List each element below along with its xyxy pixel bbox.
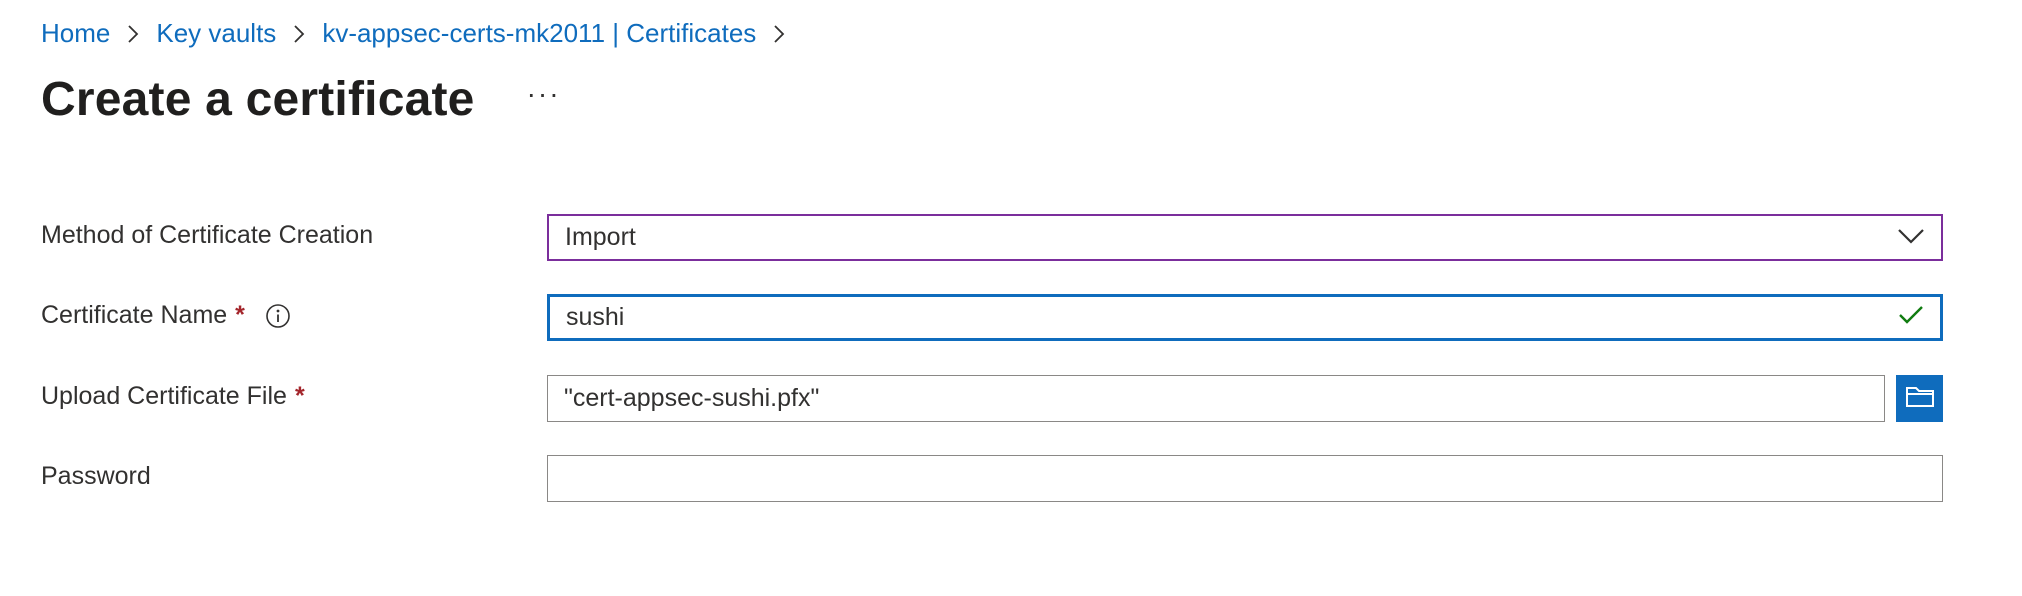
upload-file-input[interactable]: "cert-appsec-sushi.pfx" <box>547 375 1885 422</box>
breadcrumb-certificates[interactable]: kv-appsec-certs-mk2011 | Certificates <box>322 18 756 49</box>
chevron-down-icon <box>1897 223 1925 252</box>
breadcrumb-home[interactable]: Home <box>41 18 110 49</box>
info-icon[interactable] <box>265 303 291 329</box>
cert-name-input[interactable]: sushi <box>547 294 1943 341</box>
password-input[interactable] <box>547 455 1943 502</box>
page-title: Create a certificate <box>41 73 475 126</box>
folder-icon <box>1905 384 1935 413</box>
ellipsis-icon[interactable]: ··· <box>527 79 561 120</box>
chevron-right-icon <box>292 24 306 44</box>
chevron-right-icon <box>126 24 140 44</box>
required-marker: * <box>294 382 305 410</box>
upload-file-value: "cert-appsec-sushi.pfx" <box>564 384 820 412</box>
required-marker: * <box>235 301 245 329</box>
method-label: Method of Certificate Creation <box>41 221 373 250</box>
upload-label: Upload Certificate File * <box>41 382 305 411</box>
method-select-value: Import <box>565 223 636 251</box>
chevron-right-icon <box>772 24 786 44</box>
cert-name-label: Certificate Name * <box>41 301 291 330</box>
password-label-text: Password <box>41 462 151 490</box>
breadcrumb-key-vaults[interactable]: Key vaults <box>156 18 276 49</box>
upload-label-text: Upload Certificate File <box>41 382 287 410</box>
method-label-text: Method of Certificate Creation <box>41 221 374 249</box>
breadcrumb: Home Key vaults kv-appsec-certs-mk2011 |… <box>41 18 802 49</box>
checkmark-icon <box>1898 303 1924 332</box>
cert-name-label-text: Certificate Name <box>41 301 228 329</box>
method-select[interactable]: Import <box>547 214 1943 261</box>
password-label: Password <box>41 462 151 491</box>
title-row: Create a certificate ··· <box>41 72 561 127</box>
cert-name-input-value: sushi <box>566 303 625 331</box>
browse-file-button[interactable] <box>1896 375 1943 422</box>
